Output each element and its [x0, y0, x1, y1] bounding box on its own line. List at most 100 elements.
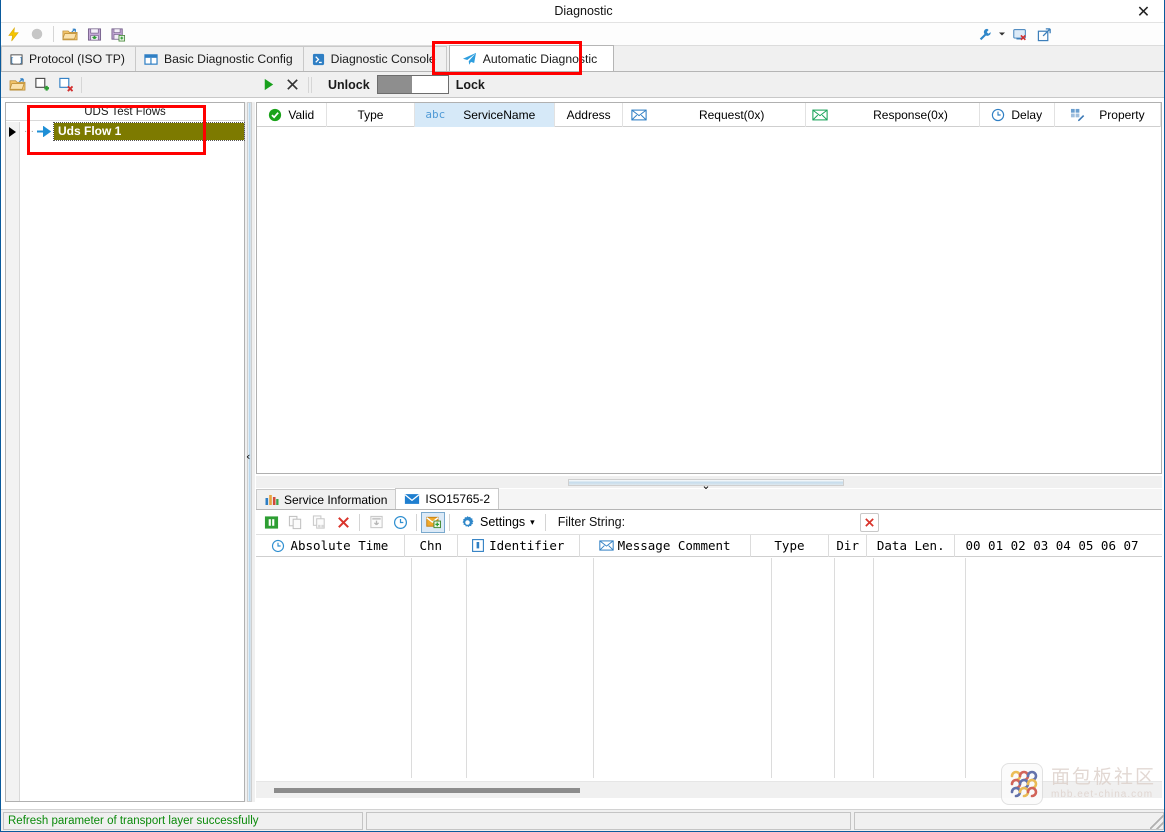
clock-icon [991, 108, 1005, 122]
column-data-len[interactable]: Data Len. [867, 534, 956, 557]
service-grid-body[interactable] [257, 128, 1161, 473]
filter-clear-button[interactable] [860, 512, 880, 532]
column-label: 00 01 02 03 04 05 06 07 [965, 538, 1139, 553]
delete-flow-icon[interactable] [53, 74, 77, 95]
chevron-down-icon: ▾ [530, 516, 535, 527]
column-label: Delay [1011, 107, 1043, 122]
pause-icon[interactable] [259, 512, 283, 533]
tab-label: Automatic Diagnostic [482, 51, 598, 66]
column-type[interactable]: Type [751, 534, 830, 557]
tab-service-information[interactable]: Service Information [256, 489, 397, 509]
column-request[interactable]: Request(0x) [623, 102, 807, 127]
tab-label: Basic Diagnostic Config [163, 52, 293, 66]
column-chn[interactable]: Chn [405, 534, 458, 557]
popout-icon[interactable] [1032, 24, 1056, 45]
svg-text:[ ]: [ ] [10, 55, 23, 64]
column-label: Chn [419, 538, 443, 553]
toolbar-separator [311, 76, 312, 93]
trace-toolbar: Settings ▾ Filter String: [256, 510, 1162, 535]
vertical-splitter[interactable]: ‹ [245, 102, 255, 802]
column-response[interactable]: Response(0x) [806, 102, 980, 127]
column-label: Identifier [489, 538, 565, 553]
tree-item-label: Uds Flow 1 [53, 121, 245, 141]
scrollbar-thumb[interactable] [274, 788, 580, 793]
column-label: Dir [836, 538, 859, 553]
column-type[interactable]: Type [327, 102, 416, 127]
tab-protocol-iso-tp[interactable]: [ ] Protocol (ISO TP) [1, 46, 136, 71]
column-delay[interactable]: Delay [980, 102, 1055, 127]
lock-toggle-group: Unlock Lock [328, 75, 485, 94]
scroll-lock-icon[interactable] [364, 512, 388, 533]
trace-grid-body[interactable] [256, 558, 1162, 778]
column-servicename[interactable]: abc ServiceName [415, 102, 556, 127]
open-folder-icon[interactable] [58, 24, 82, 45]
toolbar-separator [53, 26, 54, 42]
tab-basic-diagnostic-config[interactable]: Basic Diagnostic Config [134, 46, 304, 71]
console-icon [312, 53, 325, 66]
collapse-left-arrow-icon[interactable]: ‹ [246, 450, 250, 463]
stop-icon[interactable] [280, 74, 304, 95]
column-data-bytes[interactable]: 00 01 02 03 04 05 06 07 [955, 535, 1162, 557]
config-icon [144, 53, 158, 66]
flash-icon[interactable] [1, 24, 25, 45]
close-window-icon[interactable] [1008, 24, 1032, 45]
trace-grid-header: Absolute Time Chn Identifier Message Com… [256, 534, 1162, 557]
envelope-blue-icon [599, 540, 614, 551]
tree-gutter [6, 122, 20, 801]
column-identifier[interactable]: Identifier [458, 534, 580, 557]
column-absolute-time[interactable]: Absolute Time [256, 534, 405, 557]
save-icon[interactable] [82, 24, 106, 45]
column-label: Message Comment [617, 538, 731, 553]
lock-toggle-switch[interactable] [376, 75, 449, 94]
tab-label: ISO15765-2 [425, 492, 491, 506]
status-panel-3 [854, 811, 1164, 830]
toolbar-separator [308, 76, 309, 93]
column-label: Property [1099, 107, 1145, 122]
add-message-icon[interactable] [421, 511, 445, 533]
splitter-bar: ⌄ [568, 479, 844, 492]
column-label: Response(0x) [873, 107, 948, 122]
toolbar-separator [449, 513, 450, 531]
column-property[interactable]: Property [1055, 102, 1161, 127]
trace-panel: Service Information ISO15765-2 Settings … [256, 488, 1162, 802]
close-window-button[interactable]: ✕ [1121, 0, 1164, 22]
id-icon [472, 539, 485, 552]
copy-all-icon[interactable] [307, 512, 331, 533]
copy-icon[interactable] [283, 512, 307, 533]
column-address[interactable]: Address [555, 102, 623, 127]
add-flow-icon[interactable] [29, 74, 53, 95]
column-dir[interactable]: Dir [829, 534, 868, 557]
tab-automatic-diagnostic[interactable]: Automatic Diagnostic [448, 45, 615, 71]
horizontal-splitter[interactable]: ⌄ [256, 476, 1162, 492]
abc-icon: abc [425, 108, 446, 121]
envelope-blue-icon [631, 109, 647, 121]
column-label: Data Len. [876, 538, 945, 553]
title-bar: Diagnostic ✕ [1, 0, 1164, 23]
chevron-down-icon[interactable] [996, 24, 1008, 45]
stop-circle-icon[interactable] [25, 24, 49, 45]
run-icon[interactable] [256, 74, 280, 95]
open-flow-icon[interactable] [5, 74, 29, 95]
wrench-icon[interactable] [972, 24, 996, 45]
clear-icon[interactable] [331, 512, 355, 533]
gear-icon [460, 515, 475, 530]
column-label: Request(0x) [698, 107, 765, 122]
settings-button[interactable]: Settings ▾ [454, 512, 541, 533]
time-icon[interactable] [388, 512, 412, 533]
column-message-comment[interactable]: Message Comment [580, 534, 751, 557]
tree-connector: ··· [24, 125, 34, 137]
status-message: Refresh parameter of transport layer suc… [3, 811, 363, 830]
tree-item-uds-flow-1[interactable]: ··· Uds Flow 1 [21, 121, 245, 141]
clock-icon [271, 539, 285, 553]
resize-grip[interactable] [1150, 815, 1164, 829]
flow-arrow-icon [37, 125, 51, 137]
save-as-icon[interactable] [106, 24, 130, 45]
column-label: Type [774, 538, 805, 553]
trace-horizontal-scrollbar[interactable] [256, 781, 1162, 798]
toolbar-separator [416, 513, 417, 531]
tab-iso15765-2[interactable]: ISO15765-2 [395, 488, 500, 509]
column-valid[interactable]: Valid [257, 102, 327, 127]
service-grid-panel: Valid Type abc ServiceName Address Reque… [256, 102, 1162, 474]
tab-label: Protocol (ISO TP) [29, 52, 125, 66]
tab-diagnostic-console[interactable]: Diagnostic Console [302, 46, 447, 71]
